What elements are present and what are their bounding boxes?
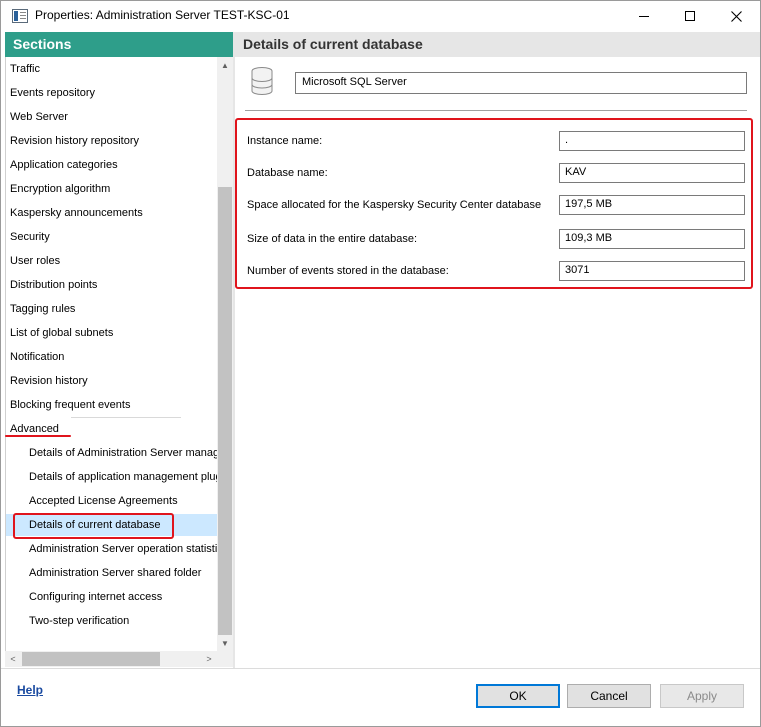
scroll-up-icon[interactable]: ▲ xyxy=(217,57,233,73)
apply-button[interactable]: Apply xyxy=(660,684,744,708)
sidebar-item[interactable]: Encryption algorithm xyxy=(6,178,217,200)
footer-separator xyxy=(1,668,760,669)
advanced-divider xyxy=(71,417,181,418)
sidebar-item[interactable]: Details of Administration Server manag xyxy=(6,442,217,464)
help-link[interactable]: Help xyxy=(17,683,43,697)
sidebar-item[interactable]: Two-step verification xyxy=(6,610,217,632)
sidebar-item[interactable]: Traffic xyxy=(6,58,217,80)
sidebar-item[interactable]: Details of application management plug xyxy=(6,466,217,488)
app-window-icon xyxy=(12,9,28,23)
cancel-button[interactable]: Cancel xyxy=(567,684,651,708)
scroll-left-icon[interactable]: < xyxy=(5,651,21,667)
sidebar-item[interactable]: Kaspersky announcements xyxy=(6,202,217,224)
ok-button[interactable]: OK xyxy=(476,684,560,708)
sidebar-item[interactable]: List of global subnets xyxy=(6,322,217,344)
vertical-scroll-thumb[interactable] xyxy=(218,187,232,635)
sidebar-item[interactable]: Administration Server shared folder xyxy=(6,562,217,584)
scrollbar-corner xyxy=(217,651,233,667)
properties-window: Properties: Administration Server TEST-K… xyxy=(0,0,761,727)
scroll-down-icon[interactable]: ▼ xyxy=(217,635,233,651)
sidebar-item[interactable]: Configuring internet access xyxy=(6,586,217,608)
sidebar-item[interactable]: Distribution points xyxy=(6,274,217,296)
window-title: Properties: Administration Server TEST-K… xyxy=(35,8,290,22)
sections-header: Sections xyxy=(5,32,233,57)
sidebar-item[interactable]: Tagging rules xyxy=(6,298,217,320)
sidebar-item[interactable]: Revision history repository xyxy=(6,130,217,152)
sidebar-item[interactable]: User roles xyxy=(6,250,217,272)
sidebar-item[interactable]: Administration Server operation statisti xyxy=(6,538,217,560)
minimize-button[interactable] xyxy=(621,1,667,31)
maximize-button[interactable] xyxy=(667,1,713,31)
sidebar-item[interactable]: Events repository xyxy=(6,82,217,104)
sidebar-item[interactable]: Web Server xyxy=(6,106,217,128)
sidebar-item[interactable]: Accepted License Agreements xyxy=(6,490,217,512)
scroll-right-icon[interactable]: > xyxy=(201,651,217,667)
database-icon xyxy=(251,67,273,95)
details-separator xyxy=(245,110,747,111)
maximize-icon xyxy=(685,11,695,21)
sidebar-item[interactable]: Notification xyxy=(6,346,217,368)
details-fields-highlight xyxy=(235,118,753,289)
title-bar: Properties: Administration Server TEST-K… xyxy=(1,1,760,31)
close-button[interactable] xyxy=(713,1,759,31)
tree-vertical-scrollbar[interactable]: ▲ ▼ xyxy=(217,57,233,651)
sidebar-item[interactable]: Blocking frequent events xyxy=(6,394,217,416)
sections-tree[interactable]: Traffic Events repository Web Server Revisi… xyxy=(5,57,217,651)
database-type-field[interactable]: Microsoft SQL Server xyxy=(295,72,747,94)
sidebar-item[interactable]: Security xyxy=(6,226,217,248)
selected-item-highlight xyxy=(13,513,174,539)
details-header: Details of current database xyxy=(235,32,760,57)
close-icon xyxy=(730,10,742,22)
advanced-red-underline xyxy=(5,435,71,437)
sidebar-item[interactable]: Application categories xyxy=(6,154,217,176)
tree-horizontal-scrollbar[interactable]: < > xyxy=(5,651,217,667)
minimize-icon xyxy=(639,15,649,17)
horizontal-scroll-thumb[interactable] xyxy=(22,652,160,666)
sidebar-item[interactable]: Revision history xyxy=(6,370,217,392)
